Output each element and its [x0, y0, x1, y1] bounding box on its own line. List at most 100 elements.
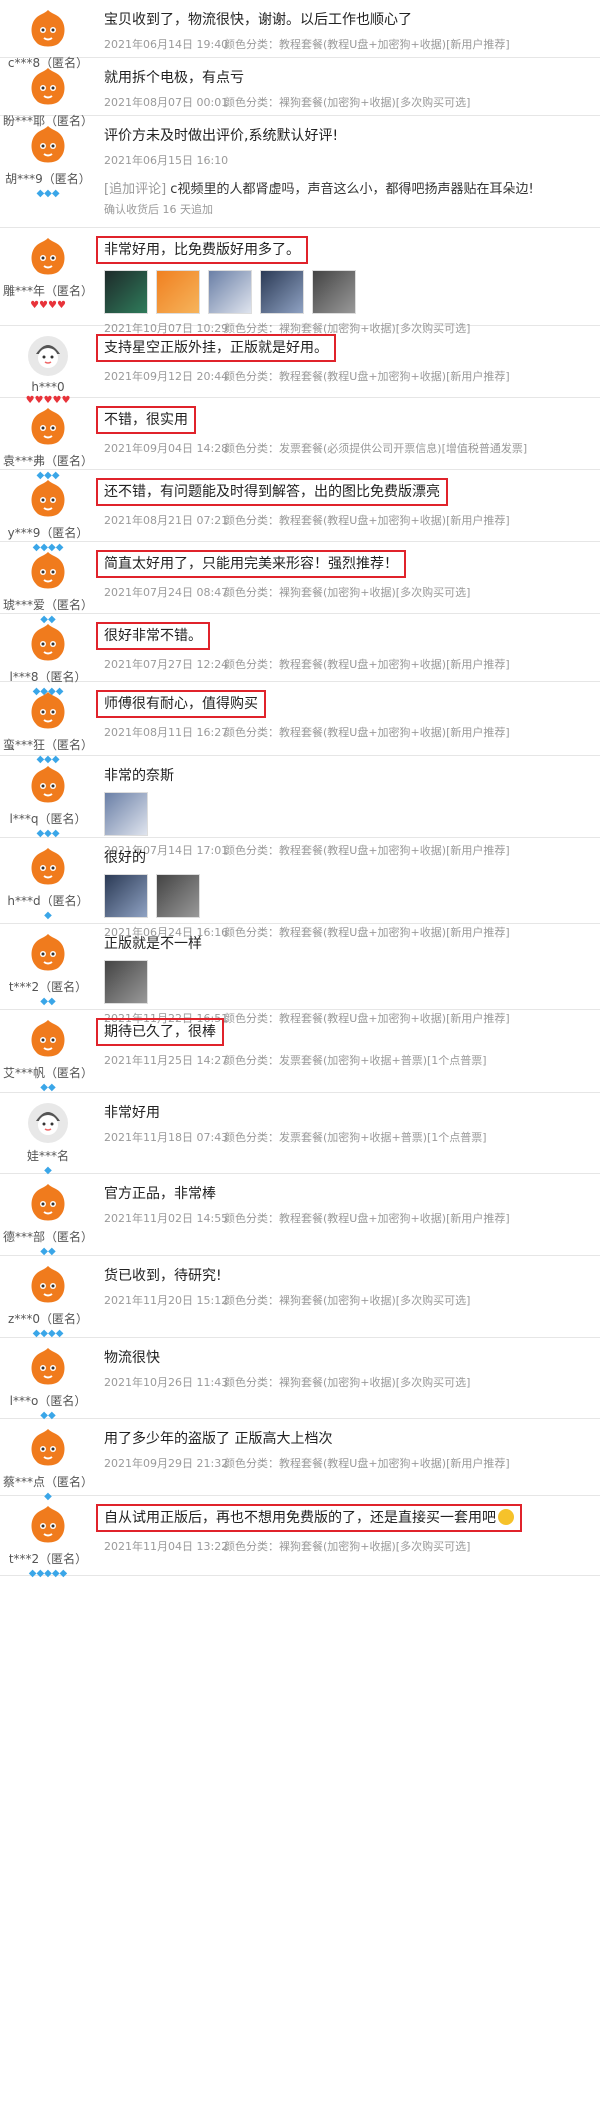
review-meta: 2021年06月15日 16:10 — [104, 152, 590, 168]
review-photo-thumbnail[interactable] — [156, 874, 200, 918]
reviewer: 德***部（匿名） ◆◆ — [0, 1182, 96, 1258]
reviewer-name: 艾***帆（匿名） — [2, 1066, 93, 1080]
review-text-value: 非常好用 — [104, 1105, 160, 1121]
mascot-avatar-icon[interactable] — [26, 550, 70, 594]
mascot-avatar-icon[interactable] — [26, 236, 70, 280]
mascot-avatar-icon[interactable] — [26, 932, 70, 976]
product-variant: 颜色分类：教程套餐(教程U盘+加密狗+收据)[新用户推荐] — [224, 514, 510, 527]
review-item: l***8（匿名） ◆◆◆◆ 很好非常不错。 2021年07月27日 12:24颜色分… — [0, 614, 600, 697]
mascot-avatar-icon[interactable] — [26, 8, 70, 52]
review-meta: 2021年07月27日 12:24颜色分类：教程套餐(教程U盘+加密狗+收据)[… — [104, 656, 590, 672]
mascot-avatar-icon[interactable] — [26, 1264, 70, 1308]
review-text-value: 用了多少年的盗版了 正版高大上档次 — [104, 1431, 333, 1447]
mascot-avatar-icon[interactable] — [26, 1427, 70, 1471]
mascot-avatar-icon[interactable] — [26, 66, 70, 110]
review-text-value: 自从试用正版后，再也不想用免费版的了，还是直接买一套用吧 — [104, 1510, 496, 1526]
review-photo-thumbnail[interactable] — [260, 270, 304, 314]
product-variant: 颜色分类：裸狗套餐(加密狗+收据)[多次购买可选] — [224, 96, 471, 109]
review-date: 2021年09月29日 21:32 — [104, 1457, 229, 1470]
mascot-avatar-icon[interactable] — [26, 1018, 70, 1062]
review-text: 货已收到，待研究! — [104, 1268, 222, 1284]
review-text-value: 正版就是不一样 — [104, 936, 202, 952]
review-item: 胡***9（匿名） ◆◆◆ 评价方未及时做出评价,系统默认好评! 2021年06月15… — [0, 116, 600, 228]
review-item: t***2（匿名） ◆◆ 正版就是不一样 2021年11月22日 16:51颜色分类：… — [0, 924, 600, 1025]
review-meta: 2021年11月18日 07:43颜色分类：发票套餐(加密狗+收据+普票)[1个… — [104, 1129, 590, 1145]
review-photo-thumbnail[interactable] — [208, 270, 252, 314]
mascot-avatar-icon[interactable] — [26, 846, 70, 890]
reviewer-name: y***9（匿名） — [7, 526, 89, 540]
review-text-value: 支持星空正版外挂，正版就是好用。 — [104, 340, 328, 356]
review-meta: 2021年09月29日 21:32颜色分类：教程套餐(教程U盘+加密狗+收据)[… — [104, 1455, 590, 1471]
review-meta: 2021年11月25日 14:27颜色分类：发票套餐(加密狗+收据+普票)[1个… — [104, 1052, 590, 1068]
review-text-value: 还不错，有问题能及时得到解答，出的图比免费版漂亮 — [104, 484, 440, 500]
mascot-avatar-icon[interactable] — [26, 764, 70, 808]
reviewer-name: 胡***9（匿名） — [5, 172, 91, 186]
mascot-avatar-icon[interactable] — [26, 622, 70, 666]
mascot-avatar-icon[interactable] — [26, 1182, 70, 1226]
diamond-level-badge: ◆ — [0, 910, 96, 922]
mascot-avatar-icon[interactable] — [26, 406, 70, 450]
review-text-value: 货已收到，待研究! — [104, 1268, 222, 1284]
mascot-avatar-icon[interactable] — [26, 1346, 70, 1390]
review-date: 2021年10月26日 11:43 — [104, 1376, 229, 1389]
mascot-avatar-icon[interactable] — [26, 124, 70, 168]
diamond-icon: ◆ — [51, 1568, 60, 1579]
review-content: 师傅很有耐心，值得购买 2021年08月11日 16:27颜色分类：教程套餐(教程… — [96, 690, 590, 740]
review-text-value: 就用拆个电极，有点亏 — [104, 70, 244, 86]
review-photo-thumbnail[interactable] — [312, 270, 356, 314]
review-text: 物流很快 — [104, 1350, 160, 1366]
diamond-icon: ◆ — [40, 996, 48, 1007]
review-text: 评价方未及时做出评价,系统默认好评! — [104, 128, 338, 144]
review-text-value: 很好的 — [104, 850, 146, 866]
review-text-value: 不错，很实用 — [104, 412, 188, 428]
default-avatar-icon[interactable] — [26, 334, 70, 378]
review-item: l***o（匿名） ◆◆ 物流很快 2021年10月26日 11:43颜色分类：裸狗套… — [0, 1338, 600, 1421]
product-variant: 颜色分类：教程套餐(教程U盘+加密狗+收据)[新用户推荐] — [224, 726, 510, 739]
review-text: 简直太好用了，只能用完美来形容！强烈推荐！ — [96, 550, 406, 578]
reviewer-name: 娃***名 — [26, 1149, 69, 1163]
reviewer-name: 袁***弗（匿名） — [2, 454, 93, 468]
reviewer-name: 雕***年（匿名） — [2, 284, 93, 298]
review-content: 很好非常不错。 2021年07月27日 12:24颜色分类：教程套餐(教程U盘+加… — [96, 622, 590, 672]
appended-review-tag: [追加评论] — [104, 182, 167, 197]
append-timing: 确认收货后 16 天追加 — [104, 203, 213, 216]
mascot-avatar-icon[interactable] — [26, 478, 70, 522]
heart-level-badge: ♥♥♥♥ — [0, 300, 96, 312]
review-text-value: 非常好用，比免费版好用多了。 — [104, 242, 300, 258]
review-item: h***d（匿名） ◆ 很好的 2021年06月24日 16:16颜色分类：教程套餐(… — [0, 838, 600, 939]
review-photo-thumbnail[interactable] — [104, 960, 148, 1004]
heart-icon: ♥ — [56, 300, 66, 311]
review-date: 2021年08月11日 16:27 — [104, 726, 229, 739]
review-photo-thumbnail[interactable] — [104, 270, 148, 314]
review-photos — [104, 270, 590, 314]
review-content: 还不错，有问题能及时得到解答，出的图比免费版漂亮 2021年08月21日 07:2… — [96, 478, 590, 528]
review-content: 简直太好用了，只能用完美来形容！强烈推荐！ 2021年07月24日 08:47颜色… — [96, 550, 590, 600]
review-photo-thumbnail[interactable] — [156, 270, 200, 314]
review-text: 非常好用 — [104, 1105, 160, 1121]
review-text-value: 物流很快 — [104, 1350, 160, 1366]
review-content: 非常好用，比免费版好用多了。 2021年10月07日 10:29颜色分类：裸狗套餐… — [96, 236, 590, 336]
reviewer: t***2（匿名） ◆◆◆◆◆ — [0, 1504, 96, 1580]
review-photo-thumbnail[interactable] — [104, 874, 148, 918]
reviewer-name: 蛮***狂（匿名） — [2, 738, 93, 752]
reviewer: t***2（匿名） ◆◆ — [0, 932, 96, 1008]
default-avatar-icon[interactable] — [26, 1101, 70, 1145]
reviewer: 胡***9（匿名） ◆◆◆ — [0, 124, 96, 200]
product-variant: 颜色分类：发票套餐(加密狗+收据+普票)[1个点普票] — [224, 1131, 487, 1144]
reviewer-name: 德***部（匿名） — [2, 1230, 93, 1244]
review-content: 物流很快 2021年10月26日 11:43颜色分类：裸狗套餐(加密狗+收据)[多… — [104, 1348, 590, 1390]
mascot-avatar-icon[interactable] — [26, 690, 70, 734]
product-variant: 颜色分类：教程套餐(教程U盘+加密狗+收据)[新用户推荐] — [224, 370, 510, 383]
review-text: 自从试用正版后，再也不想用免费版的了，还是直接买一套用吧 — [96, 1504, 522, 1532]
review-text: 很好的 — [104, 850, 146, 866]
review-item: 娃***名 ◆ 非常好用 2021年11月18日 07:43颜色分类：发票套餐(加密狗… — [0, 1093, 600, 1176]
review-date: 2021年11月25日 14:27 — [104, 1054, 229, 1067]
reviewer-name: 蔡***点（匿名） — [2, 1475, 93, 1489]
mascot-avatar-icon[interactable] — [26, 1504, 70, 1548]
diamond-icon: ◆ — [59, 1568, 68, 1579]
review-meta: 2021年11月04日 13:22颜色分类：裸狗套餐(加密狗+收据)[多次购买可… — [104, 1538, 590, 1554]
review-text-value: 很好非常不错。 — [104, 628, 202, 644]
review-content: 不错，很实用 2021年09月04日 14:28颜色分类：发票套餐(必须提供公司开… — [96, 406, 590, 456]
review-photo-thumbnail[interactable] — [104, 792, 148, 836]
review-content: 支持星空正版外挂，正版就是好用。 2021年09月12日 20:44颜色分类：教程… — [96, 334, 590, 384]
